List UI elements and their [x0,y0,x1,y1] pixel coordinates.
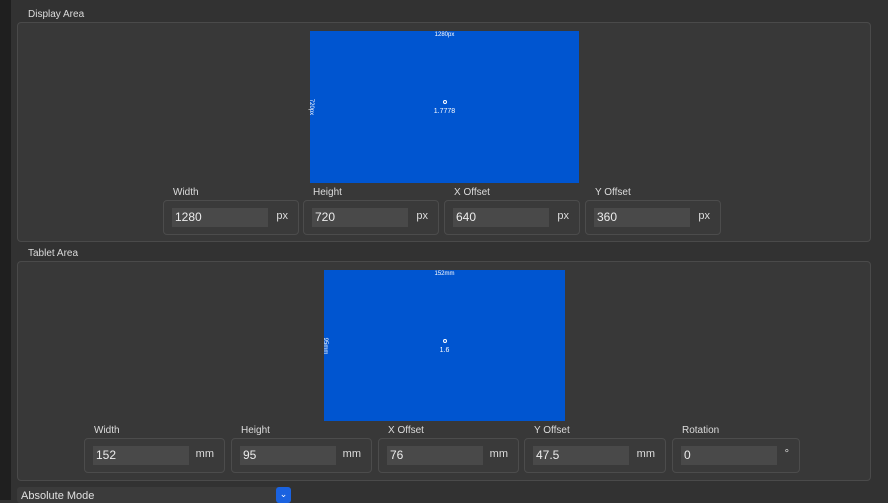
tablet-width-label: 152mm [434,271,455,277]
center-point-icon [442,100,447,104]
display-x-offset-field: 640 px [444,200,580,235]
tablet-width-input[interactable]: 152 [93,446,189,465]
mode-dropdown[interactable]: Absolute Mode ⌄ [17,487,291,503]
tablet-rotation-label: Rotation [682,425,720,436]
display-y-offset-unit: px [698,210,710,222]
display-width-label: Width [173,187,199,198]
display-y-offset-field: 360 px [585,200,721,235]
tablet-y-offset-unit: mm [636,448,655,460]
tablet-width-field: 152 mm [84,438,225,473]
center-point-icon [442,338,447,343]
tablet-y-offset-label: Y Offset [534,425,570,436]
tablet-height-input[interactable]: 95 [240,446,336,465]
chevron-down-icon[interactable]: ⌄ [276,487,291,503]
tablet-height-unit: mm [342,448,361,460]
display-width-input[interactable]: 1280 [172,208,268,227]
tablet-width-label: Width [94,425,120,436]
tablet-y-offset-field: 47.5 mm [524,438,666,473]
display-area-preview: 1280px 720px 1.7778 [308,31,579,183]
tablet-x-offset-input[interactable]: 76 [387,446,483,465]
tablet-width-unit: mm [195,448,214,460]
display-y-offset-label: Y Offset [595,187,631,198]
display-x-offset-label: X Offset [454,187,490,198]
display-height-field: 720 px [303,200,439,235]
tablet-height-label: Height [241,425,270,436]
tablet-rotation-input[interactable]: 0 [681,446,777,465]
tablet-area-title: Tablet Area [28,248,79,259]
display-height-input[interactable]: 720 [312,208,408,227]
display-width-field: 1280 px [163,200,299,235]
display-width-unit: px [276,210,288,222]
tablet-rotation-unit: ° [784,448,789,460]
tablet-x-offset-unit: mm [489,448,508,460]
tablet-x-offset-field: 76 mm [378,438,519,473]
mode-selected: Absolute Mode [21,490,95,502]
display-x-offset-input[interactable]: 640 [453,208,549,227]
display-width-label: 1280px [434,32,455,38]
tablet-rotation-field: 0 ° [672,438,800,473]
tablet-ratio: 1.6 [439,346,450,354]
display-area-title: Display Area [28,9,85,20]
tablet-area-preview: 152mm 95mm 1.6 [322,270,565,421]
sidebar-edge [0,0,11,500]
display-height-label: Height [313,187,342,198]
display-height-unit: px [416,210,428,222]
display-y-offset-input[interactable]: 360 [594,208,690,227]
tablet-y-offset-input[interactable]: 47.5 [533,446,629,465]
tablet-x-offset-label: X Offset [388,425,424,436]
display-ratio: 1.7778 [433,108,456,115]
display-x-offset-unit: px [557,210,569,222]
tablet-height-field: 95 mm [231,438,372,473]
